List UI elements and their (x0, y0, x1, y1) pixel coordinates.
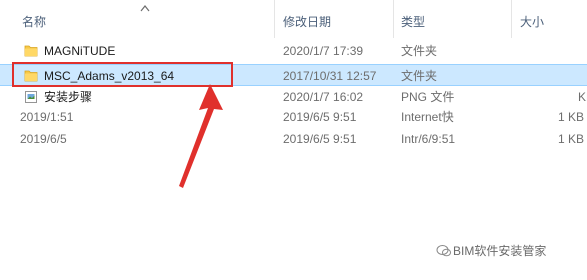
column-header-type[interactable]: 类型 (401, 14, 425, 30)
file-type: PNG 文件 (401, 90, 455, 104)
sort-ascending-icon[interactable] (140, 4, 150, 12)
file-type: 文件夹 (401, 44, 438, 58)
file-type: Internet快 (401, 110, 454, 124)
file-date: 2017/10/31 12:57 (283, 69, 377, 83)
file-row[interactable]: 2019/1:51 2019/6/5 9:51 Internet快 1 KB (0, 106, 587, 128)
watermark-text: BIM软件安装管家 (453, 244, 547, 258)
file-type: Intr/6/9:51 (401, 132, 456, 146)
file-row[interactable]: MAGNiTUDE 2020/1/7 17:39 文件夹 (0, 40, 587, 62)
file-size: 1 KB (558, 110, 585, 124)
file-name: MAGNiTUDE (44, 44, 116, 58)
wechat-logo-icon (436, 245, 451, 257)
file-name: 2019/6/5 (20, 132, 67, 146)
column-header-date[interactable]: 修改日期 (283, 14, 331, 30)
file-date: 2019/6/5 9:51 (283, 132, 357, 146)
column-divider[interactable] (274, 0, 275, 38)
column-header-size[interactable]: 大小 (520, 14, 544, 30)
file-name: 2019/1:51 (20, 110, 74, 124)
column-divider[interactable] (511, 0, 512, 38)
file-row[interactable]: 安装步骤 2020/1/7 16:02 PNG 文件 KB (0, 86, 587, 108)
column-divider[interactable] (393, 0, 394, 38)
annotation-arrow-icon (179, 84, 223, 188)
folder-icon (24, 45, 38, 57)
file-name: 安装步骤 (44, 90, 93, 104)
file-row[interactable]: 2019/6/5 2019/6/5 9:51 Intr/6/9:51 1 KB (0, 128, 587, 150)
image-file-icon (25, 91, 37, 103)
file-size: 1 KB (558, 132, 585, 146)
file-date: 2019/6/5 9:51 (283, 110, 357, 124)
column-header-name[interactable]: 名称 (22, 14, 46, 30)
file-size: KB (578, 90, 587, 104)
file-size (540, 40, 587, 62)
column-header-bar: 名称 修改日期 类型 大小 (0, 0, 587, 38)
file-type: 文件夹 (401, 69, 438, 83)
file-date: 2020/1/7 17:39 (283, 44, 364, 58)
file-size (540, 65, 587, 87)
file-date: 2020/1/7 16:02 (283, 90, 364, 104)
